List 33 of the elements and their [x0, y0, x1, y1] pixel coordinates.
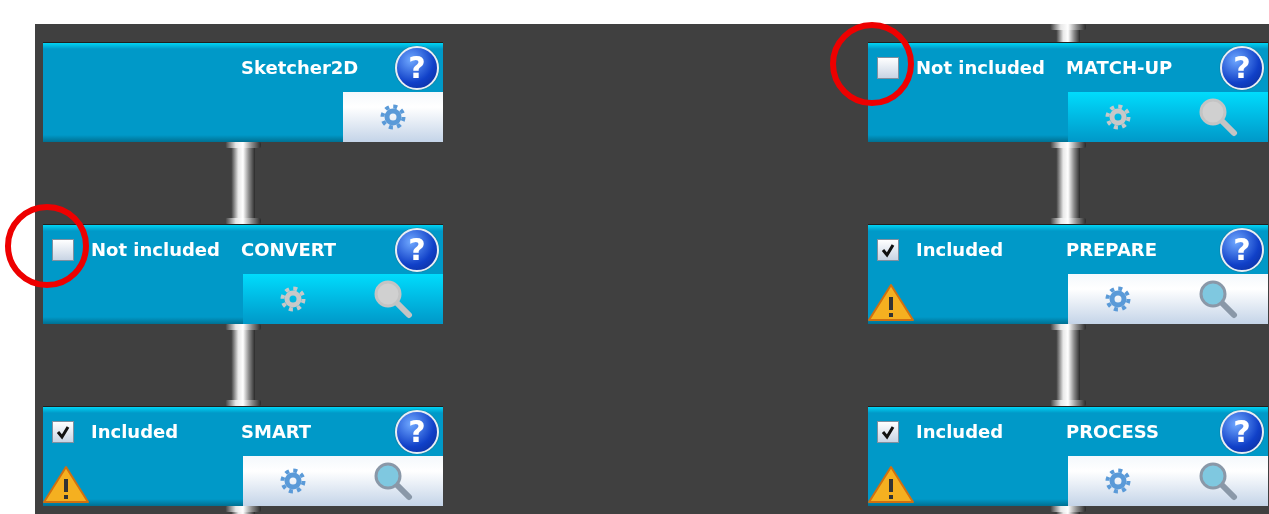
help-button[interactable]: ? — [1220, 409, 1264, 454]
settings-icon[interactable] — [279, 285, 307, 313]
settings-icon[interactable] — [1104, 285, 1132, 313]
search-icon[interactable] — [1198, 97, 1238, 137]
checkbox[interactable] — [52, 420, 74, 443]
inclusion-label: Included — [91, 421, 180, 442]
search-icon[interactable] — [373, 461, 413, 501]
module-title: Sketcher2D — [241, 57, 360, 78]
module-title: CONVERT — [241, 239, 338, 260]
search-icon[interactable] — [1198, 461, 1238, 501]
checkbox[interactable] — [52, 238, 74, 261]
module-title: SMART — [241, 421, 313, 442]
help-button[interactable]: ? — [395, 409, 439, 454]
help-button[interactable]: ? — [1220, 45, 1264, 90]
inclusion-label: Included — [916, 421, 1005, 442]
settings-icon[interactable] — [379, 103, 407, 131]
inclusion-label: Not included — [916, 57, 1046, 78]
help-button[interactable]: ? — [395, 45, 439, 90]
inclusion-label: Included — [916, 239, 1005, 260]
checkbox[interactable] — [877, 238, 899, 261]
module-title: PREPARE — [1066, 239, 1158, 260]
module-title: PROCESS — [1066, 421, 1160, 442]
checkbox[interactable] — [877, 420, 899, 443]
settings-icon[interactable] — [279, 467, 307, 495]
module-title: MATCH-UP — [1066, 57, 1174, 78]
search-icon[interactable] — [373, 279, 413, 319]
settings-icon[interactable] — [1104, 467, 1132, 495]
search-icon[interactable] — [1198, 279, 1238, 319]
checkbox[interactable] — [877, 56, 899, 79]
settings-icon[interactable] — [1104, 103, 1132, 131]
inclusion-label: Not included — [91, 239, 221, 260]
help-button[interactable]: ? — [395, 227, 439, 272]
help-button[interactable]: ? — [1220, 227, 1264, 272]
